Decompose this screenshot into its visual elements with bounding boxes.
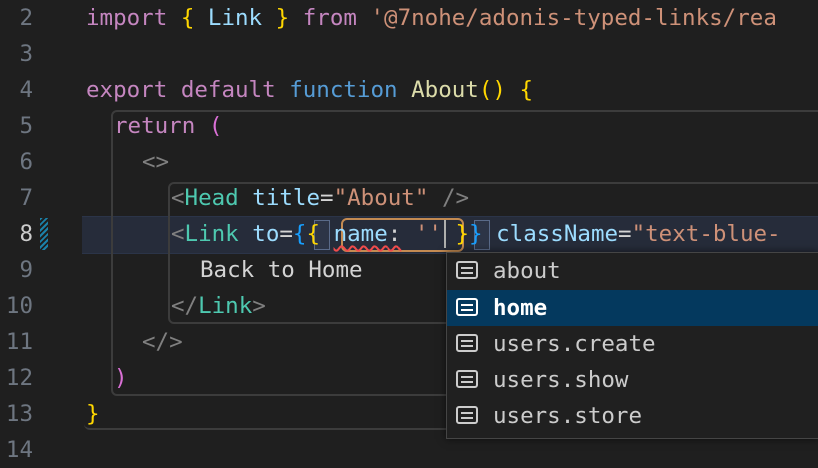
keyword: import [86,5,168,31]
jsx-text: Back to Home [200,257,363,283]
suggestion-item[interactable]: users.store [447,398,818,434]
tag-name: Link [198,293,253,319]
line-number: 12 [5,365,33,391]
code-line-2[interactable]: import { Link } from '@7nohe/adonis-type… [86,0,777,36]
brace: { [292,221,307,247]
colon: : [387,221,402,247]
brace: { [306,221,321,247]
function-name: About [411,77,479,103]
brace: { [180,5,195,31]
jsx-fragment: <> [142,149,170,175]
value-icon [456,406,478,424]
attribute: to [252,221,280,247]
tag-bracket: </ [171,293,199,319]
brace: } [469,221,483,247]
line-number: 11 [5,329,33,355]
line-number: 5 [19,113,33,139]
brace: { [519,77,534,103]
string: '@7nohe/adonis-typed-links/rea [370,5,777,31]
suggestion-label: users.store [493,403,643,429]
tag-bracket: /> [441,185,470,211]
parens: () [478,77,506,103]
suggestion-item[interactable]: users.show [447,362,818,398]
string-quote: ' [428,221,442,247]
tag-name: Head [184,185,239,211]
tag-bracket: < [171,221,185,247]
suggestion-label: users.create [493,331,656,357]
code-line-6[interactable]: <> [142,144,169,180]
line-number: 13 [5,401,33,427]
string: "text-blue- [631,221,781,247]
code-line-13[interactable]: } [86,396,100,432]
code-line-12[interactable]: ) [114,360,128,396]
keyword: from [302,5,357,31]
suggestion-item-selected[interactable]: home [447,290,818,326]
line-number: 6 [19,149,33,175]
attribute: className [496,221,619,247]
code-line-11[interactable]: </> [142,324,183,360]
code-line-4[interactable]: export default function About() { [86,72,533,108]
keyword: return [114,113,196,139]
suggestion-label: users.show [493,367,629,393]
code-line-10[interactable]: </Link> [171,288,266,324]
line-number-active: 8 [19,221,33,247]
string-quote: ' [414,221,429,247]
string: "About" [333,185,429,211]
tag-bracket: < [171,185,185,211]
keyword: default [180,77,276,103]
suggestion-item[interactable]: users.create [447,326,818,362]
brace: } [455,221,470,247]
line-number: 7 [19,185,33,211]
line-number: 4 [19,77,33,103]
keyword: function [289,77,398,103]
brace: } [275,5,290,31]
value-icon [456,370,478,388]
suggestion-label: about [493,258,561,284]
keyword: export [86,77,168,103]
code-line-5[interactable]: return ( [114,108,222,144]
suggestion-item[interactable]: about [447,253,818,289]
paren: ) [114,365,128,391]
value-icon [456,298,478,316]
line-number: 3 [19,41,33,67]
tag-name: Link [184,221,239,247]
jsx-fragment: </> [142,329,183,355]
code-line-7[interactable]: <Head title="About" /> [171,180,469,216]
line-number: 10 [5,293,33,319]
value-icon [456,334,478,352]
value-icon [456,261,478,279]
attribute: title [252,185,321,211]
line-number: 2 [19,5,33,31]
code-line-8[interactable]: <Link to={{ name: '' }} className="text-… [171,216,781,252]
line-number: 14 [5,437,33,463]
tag-bracket: > [252,293,266,319]
paren: ( [208,113,223,139]
property-key: name [333,221,388,247]
equals: = [618,221,632,247]
equals: = [320,185,334,211]
text-cursor [444,220,446,248]
suggestion-label: home [493,295,548,321]
brace: } [86,401,100,427]
suggestion-widget[interactable]: about home users.create users.show users… [446,252,818,439]
code-line-9[interactable]: Back to Home [200,252,363,288]
line-number: 9 [19,257,33,283]
identifier: Link [207,5,263,31]
line-number-gutter: 2 3 4 5 6 7 8 9 10 11 12 13 14 [0,0,78,463]
git-modified-indicator[interactable] [40,218,48,250]
equals: = [279,221,293,247]
